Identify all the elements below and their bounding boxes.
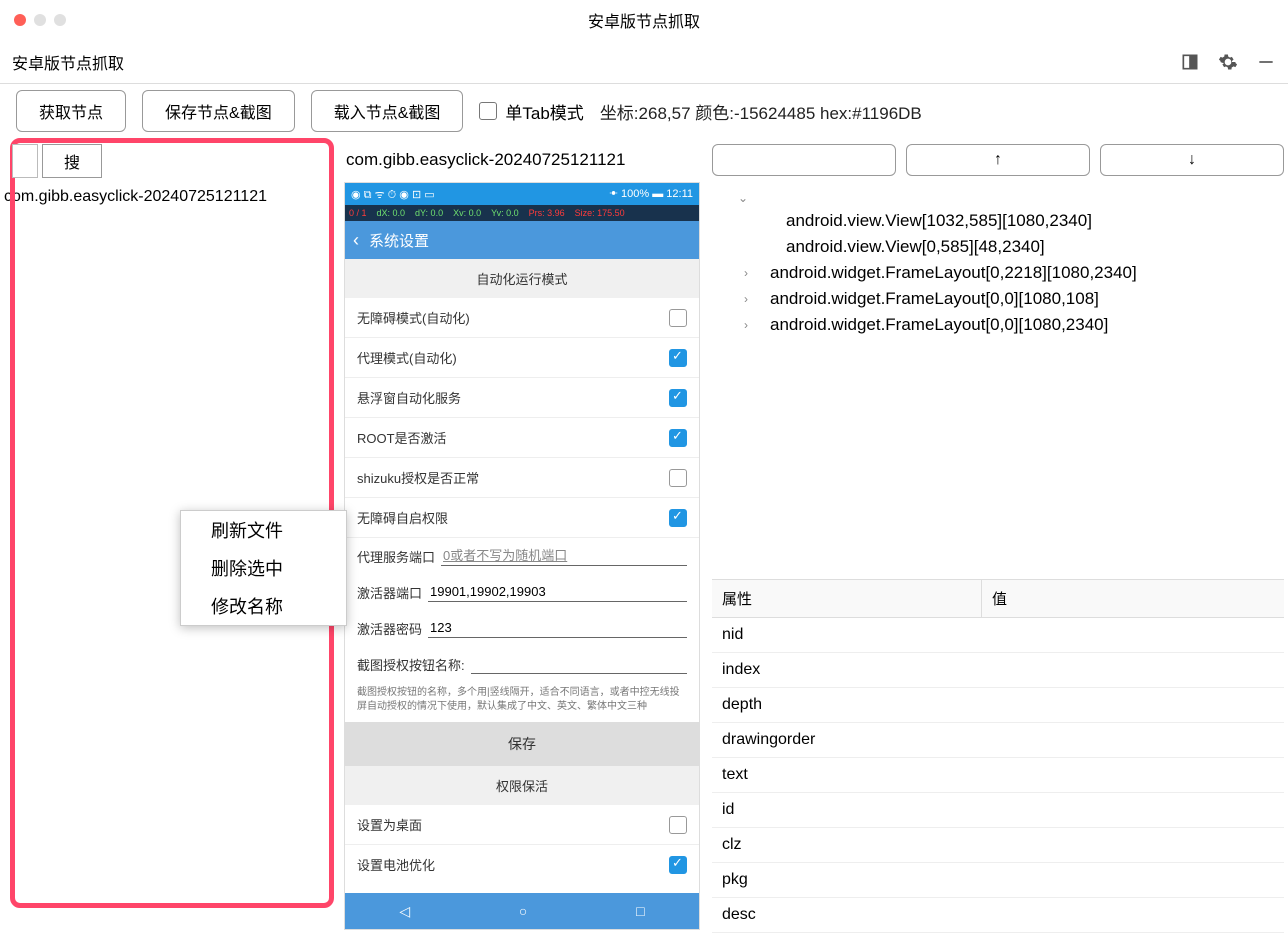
node-tree: ⌄ android.view.View[1032,585][1080,2340]…	[712, 176, 1284, 579]
nav-home-icon[interactable]: ○	[519, 903, 527, 919]
tree-node[interactable]: ›android.widget.FrameLayout[0,2218][1080…	[712, 260, 1284, 286]
checkbox-icon[interactable]	[669, 389, 687, 407]
checkbox-icon[interactable]	[669, 816, 687, 834]
status-icons-left: ◉ ⧉ ᯤ ⏱ ◉ ⊡ ▭	[351, 187, 435, 202]
property-row[interactable]: drawingorder	[712, 723, 1284, 758]
property-row[interactable]: clz	[712, 828, 1284, 863]
file-list-panel: 搜 com.gibb.easyclick-20240725121121 刷新文件…	[0, 138, 342, 934]
header-val: 值	[982, 580, 1017, 617]
search-button[interactable]: 搜	[42, 144, 102, 178]
properties-body[interactable]: nid index depth drawingorder text id clz…	[712, 618, 1284, 934]
activator-port-row: 激活器端口	[345, 574, 699, 610]
back-icon[interactable]: ‹	[353, 230, 359, 251]
tree-node[interactable]: ›android.widget.FrameLayout[0,0][1080,10…	[712, 286, 1284, 312]
nav-title: 系统设置	[369, 230, 429, 251]
proxy-port-input[interactable]	[441, 546, 687, 566]
phone-screen: ◉ ⧉ ᯤ ⏱ ◉ ⊡ ▭ ꔹ 100% ▬ 12:11 0 / 1 dX: 0…	[344, 182, 700, 930]
header-attr: 属性	[712, 580, 982, 617]
checkbox-icon[interactable]	[669, 349, 687, 367]
setting-row[interactable]: 设置电池优化	[345, 845, 699, 884]
nav-recent-icon[interactable]: □	[636, 903, 644, 919]
screenshot-btn-name-input[interactable]	[471, 654, 687, 674]
tree-node[interactable]: ›android.widget.FrameLayout[0,0][1080,23…	[712, 312, 1284, 338]
node-inspector-panel: ↑ ↓ ⌄ android.view.View[1032,585][1080,2…	[702, 138, 1288, 934]
phone-nav-buttons: ◁ ○ □	[345, 893, 699, 929]
save-node-button[interactable]: 保存节点&截图	[142, 90, 295, 132]
property-row[interactable]: desc	[712, 898, 1284, 933]
checkbox-icon[interactable]	[669, 856, 687, 874]
checkbox-icon[interactable]	[669, 429, 687, 447]
section-header: 自动化运行模式	[345, 259, 699, 298]
screenshot-panel: com.gibb.easyclick-20240725121121 ◉ ⧉ ᯤ …	[342, 138, 702, 934]
context-menu: 刷新文件 删除选中 修改名称	[180, 510, 347, 626]
properties-header: 属性 值	[712, 580, 1284, 618]
property-row[interactable]: text	[712, 758, 1284, 793]
title-bar: 安卓版节点抓取	[0, 0, 1288, 40]
gear-icon[interactable]	[1218, 52, 1238, 72]
nav-up-button[interactable]: ↑	[906, 144, 1090, 176]
toolbar: 获取节点 保存节点&截图 载入节点&截图 单Tab模式 坐标:268,57 颜色…	[0, 84, 1288, 138]
window-title: 安卓版节点抓取	[0, 8, 1288, 32]
screenshot-title: com.gibb.easyclick-20240725121121	[342, 138, 702, 182]
menu-rename[interactable]: 修改名称	[181, 587, 346, 625]
activator-pwd-row: 激活器密码	[345, 610, 699, 646]
nav-down-button[interactable]: ↓	[1100, 144, 1284, 176]
property-row[interactable]: nid	[712, 618, 1284, 653]
file-search-input[interactable]	[12, 144, 38, 178]
panel-title: 安卓版节点抓取	[12, 50, 124, 74]
file-list-item[interactable]: com.gibb.easyclick-20240725121121	[4, 186, 342, 208]
filter-button[interactable]	[712, 144, 896, 176]
save-button[interactable]: 保存	[345, 722, 699, 766]
activator-pwd-input[interactable]	[428, 618, 687, 638]
phone-nav-header: ‹ 系统设置	[345, 221, 699, 259]
setting-row[interactable]: 设置为桌面	[345, 805, 699, 845]
phone-status-bar: ◉ ⧉ ᯤ ⏱ ◉ ⊡ ▭ ꔹ 100% ▬ 12:11	[345, 183, 699, 205]
status-icons-right: ꔹ 100% ▬ 12:11	[609, 188, 693, 201]
setting-row[interactable]: 无障碍模式(自动化)	[345, 298, 699, 338]
tree-node[interactable]: android.view.View[1032,585][1080,2340]	[712, 208, 1284, 234]
get-node-button[interactable]: 获取节点	[16, 90, 126, 132]
screenshot-btn-name-row: 截图授权按钮名称:	[345, 646, 699, 682]
setting-row[interactable]: shizuku授权是否正常	[345, 458, 699, 498]
coord-color-status: 坐标:268,57 颜色:-15624485 hex:#1196DB	[600, 99, 922, 124]
layout-icon[interactable]	[1180, 52, 1200, 72]
menu-delete-selected[interactable]: 删除选中	[181, 549, 346, 587]
single-tab-checkbox[interactable]	[479, 102, 497, 120]
hint-text: 截图授权按钮的名称，多个用|竖线隔开，适合不同语言，或者中控无线投屏自动授权的情…	[345, 682, 699, 722]
setting-row[interactable]: ROOT是否激活	[345, 418, 699, 458]
checkbox-icon[interactable]	[669, 309, 687, 327]
proxy-port-row: 代理服务端口	[345, 538, 699, 574]
property-row[interactable]: id	[712, 793, 1284, 828]
properties-table: 属性 值 nid index depth drawingorder text i…	[712, 579, 1284, 934]
setting-row[interactable]: 代理模式(自动化)	[345, 338, 699, 378]
section-header: 权限保活	[345, 766, 699, 805]
single-tab-label: 单Tab模式	[505, 99, 583, 124]
debug-overlay: 0 / 1 dX: 0.0 dY: 0.0 Xv: 0.0 Yv: 0.0 Pr…	[345, 205, 699, 221]
setting-row[interactable]: 悬浮窗自动化服务	[345, 378, 699, 418]
tree-toggle[interactable]: ⌄	[712, 188, 1284, 208]
minimize-bar-icon[interactable]	[1256, 52, 1276, 72]
checkbox-icon[interactable]	[669, 469, 687, 487]
setting-row[interactable]: 无障碍自启权限	[345, 498, 699, 538]
property-row[interactable]: index	[712, 653, 1284, 688]
nav-back-icon[interactable]: ◁	[399, 903, 410, 920]
menu-refresh-file[interactable]: 刷新文件	[181, 511, 346, 549]
property-row[interactable]: depth	[712, 688, 1284, 723]
property-row[interactable]: pkg	[712, 863, 1284, 898]
checkbox-icon[interactable]	[669, 509, 687, 527]
tree-node[interactable]: android.view.View[0,585][48,2340]	[712, 234, 1284, 260]
load-node-button[interactable]: 载入节点&截图	[311, 90, 464, 132]
activator-port-input[interactable]	[428, 582, 687, 602]
sub-title-bar: 安卓版节点抓取	[0, 40, 1288, 84]
